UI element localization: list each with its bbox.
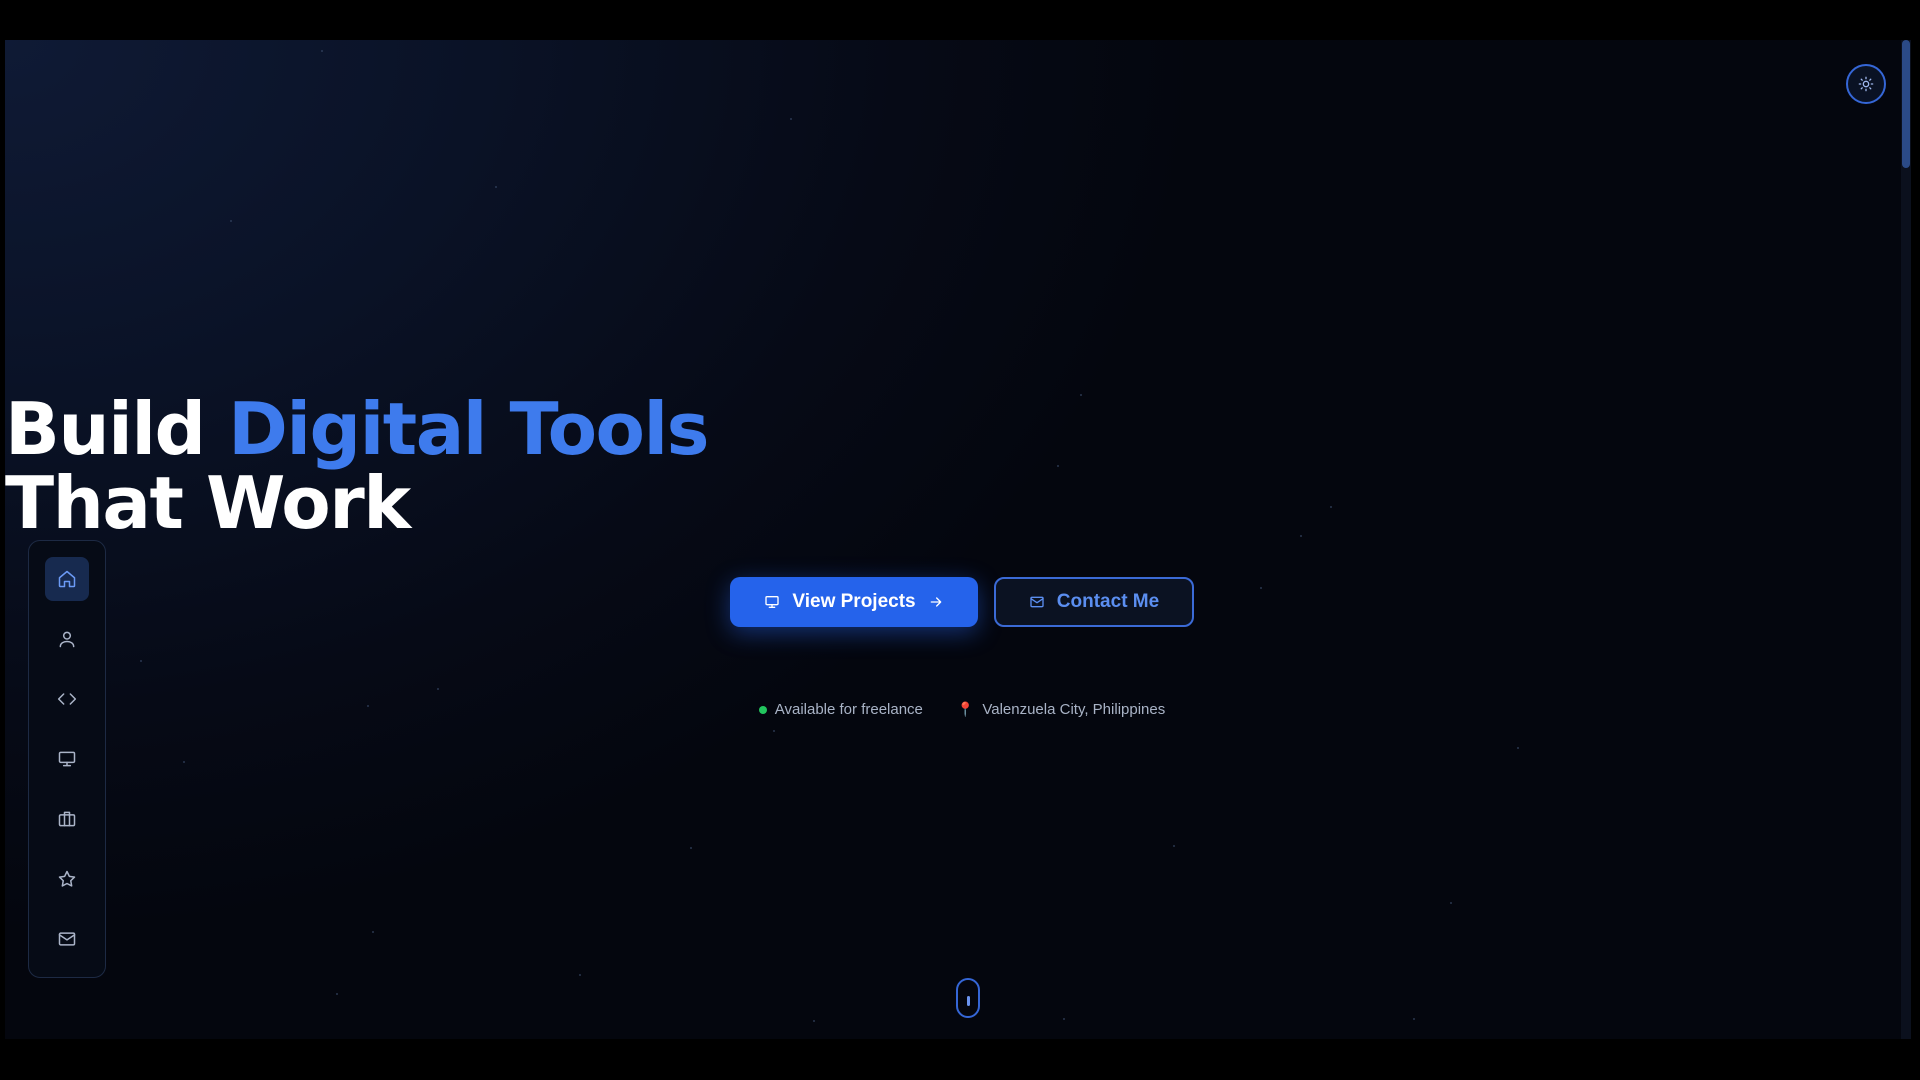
hero-meta: Available for freelance 📍 Valenzuela Cit… xyxy=(5,701,1911,718)
mouse-wheel-icon xyxy=(966,996,970,1006)
background-star xyxy=(495,186,497,188)
status-dot-icon xyxy=(758,705,767,714)
background-star xyxy=(1450,902,1452,904)
view-projects-label: View Projects xyxy=(792,591,916,612)
location-text: Valenzuela City, Philippines xyxy=(982,701,1166,718)
headline-line-2: That Work xyxy=(5,461,411,545)
cta-row: View Projects Contact Me xyxy=(5,577,1911,627)
background-star xyxy=(773,730,775,732)
background-star xyxy=(579,974,581,976)
scroll-down-indicator[interactable] xyxy=(956,978,980,1018)
background-star xyxy=(321,50,323,52)
nav-item-projects[interactable] xyxy=(45,737,89,781)
background-star xyxy=(690,847,692,849)
location-info: 📍 Valenzuela City, Philippines xyxy=(957,701,1165,718)
background-star xyxy=(140,660,142,662)
location-pin-icon: 📍 xyxy=(956,701,975,717)
background-star xyxy=(1063,1018,1065,1020)
nav-item-contact[interactable] xyxy=(45,917,89,961)
user-icon xyxy=(59,631,75,648)
briefcase-icon xyxy=(58,811,76,827)
background-star xyxy=(790,118,792,120)
view-projects-button[interactable]: View Projects xyxy=(730,577,978,627)
arrow-right-icon xyxy=(930,597,941,607)
background-star xyxy=(1173,845,1175,847)
monitor-icon xyxy=(765,596,780,608)
monitor-icon xyxy=(58,751,76,767)
mail-icon xyxy=(1030,596,1044,608)
background-star xyxy=(372,931,374,933)
background-star xyxy=(813,1020,815,1022)
headline-part-1: Build xyxy=(5,387,229,471)
background-star xyxy=(1517,747,1519,749)
star-icon xyxy=(58,870,76,887)
hero-headline: Build Digital Tools That Work xyxy=(5,392,1911,540)
sun-icon xyxy=(1858,76,1874,92)
background-star xyxy=(230,220,232,222)
contact-me-button[interactable]: Contact Me xyxy=(994,577,1194,627)
nav-item-testimonials[interactable] xyxy=(45,857,89,901)
page-viewport: Build Digital Tools That Work View Proje… xyxy=(5,40,1911,1039)
headline-accent: Digital Tools xyxy=(228,387,709,471)
background-star xyxy=(336,993,338,995)
background-star xyxy=(437,688,439,690)
mail-icon xyxy=(58,932,76,946)
background-star xyxy=(1413,1018,1415,1020)
nav-item-experience[interactable] xyxy=(45,797,89,841)
availability-status: Available for freelance xyxy=(758,701,923,718)
background-star xyxy=(183,761,185,763)
contact-me-label: Contact Me xyxy=(1056,591,1160,612)
availability-text: Available for freelance xyxy=(774,701,923,718)
theme-toggle-button[interactable] xyxy=(1846,64,1886,104)
scrollbar-thumb[interactable] xyxy=(1902,40,1910,168)
